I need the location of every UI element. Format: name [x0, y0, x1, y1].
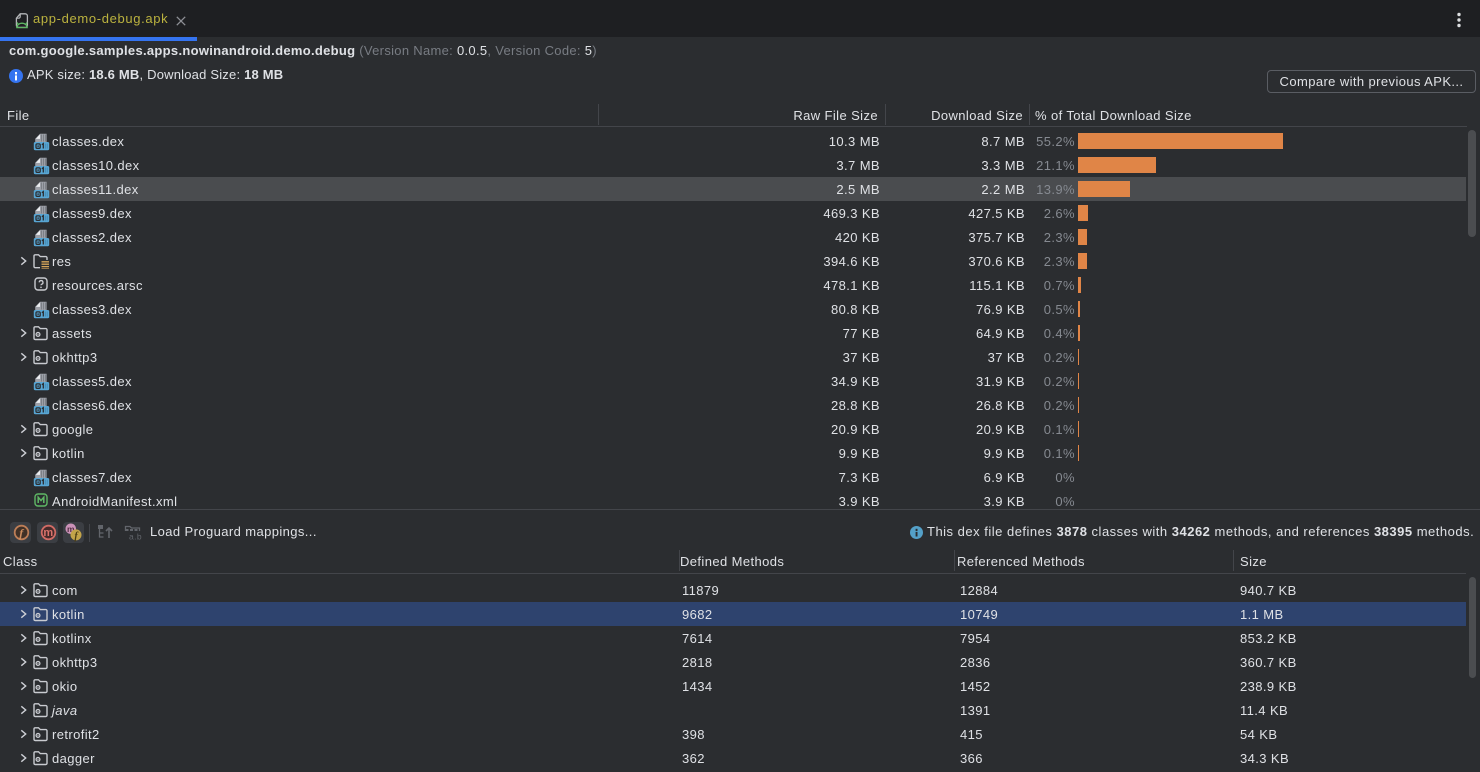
svg-text:m: m — [43, 527, 53, 539]
svg-text:f: f — [19, 526, 24, 540]
svg-text:a.b: a.b — [129, 532, 142, 542]
